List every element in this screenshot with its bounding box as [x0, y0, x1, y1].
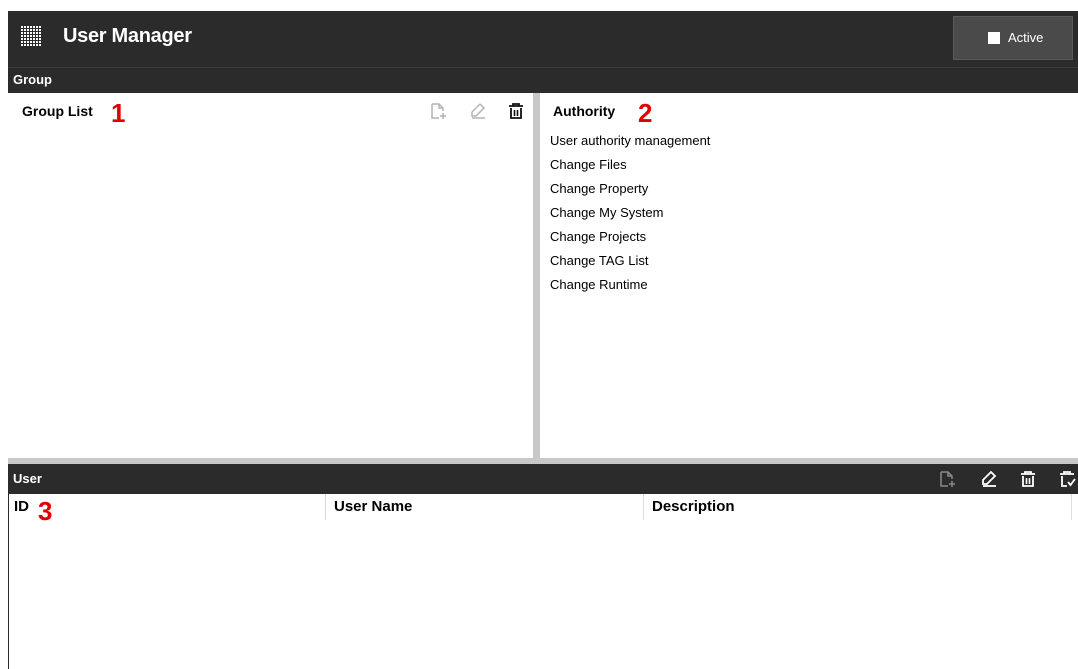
- authority-item[interactable]: Change Projects: [550, 225, 710, 249]
- authority-item[interactable]: Change Files: [550, 153, 710, 177]
- group-list-panel: Group List 1: [8, 93, 533, 458]
- user-table: ID 3 User Name Description: [8, 494, 1078, 669]
- edit-icon[interactable]: [980, 470, 998, 488]
- delete-icon[interactable]: [1019, 470, 1037, 488]
- add-document-icon[interactable]: [429, 102, 447, 120]
- delete-checked-icon[interactable]: [1058, 470, 1076, 488]
- column-divider[interactable]: [325, 494, 326, 520]
- column-header-id[interactable]: ID: [14, 494, 29, 520]
- marker-2: 2: [638, 98, 653, 128]
- authority-item[interactable]: User authority management: [550, 129, 710, 153]
- authority-item[interactable]: Change My System: [550, 201, 710, 225]
- column-header-description[interactable]: Description: [652, 494, 735, 520]
- marker-3: 3: [38, 496, 53, 526]
- authority-title: Authority: [553, 103, 616, 119]
- app-title: User Manager: [63, 25, 192, 47]
- active-label: Active: [1008, 30, 1044, 45]
- grid-menu-icon[interactable]: [21, 26, 43, 48]
- vertical-splitter[interactable]: [533, 93, 540, 458]
- delete-icon[interactable]: [507, 102, 525, 120]
- checkbox-icon[interactable]: [988, 32, 1000, 44]
- authority-item[interactable]: Change Runtime: [550, 273, 710, 297]
- authority-item[interactable]: Change Property: [550, 177, 710, 201]
- marker-1: 1: [111, 98, 126, 128]
- user-section-label: User: [13, 471, 42, 486]
- active-toggle[interactable]: Active: [953, 16, 1073, 60]
- authority-item[interactable]: Change TAG List: [550, 249, 710, 273]
- add-document-icon[interactable]: [938, 470, 956, 488]
- authority-panel: Authority 2 User authority management Ch…: [540, 93, 1078, 458]
- user-section-header: User: [8, 464, 1078, 494]
- group-section-header: Group: [8, 67, 1078, 93]
- column-header-user-name[interactable]: User Name: [334, 494, 412, 520]
- authority-list: User authority management Change Files C…: [550, 129, 710, 297]
- group-section-label: Group: [13, 72, 52, 87]
- column-divider[interactable]: [1071, 494, 1072, 520]
- edit-icon[interactable]: [469, 102, 487, 120]
- group-list-title: Group List: [22, 103, 93, 119]
- column-divider[interactable]: [643, 494, 644, 520]
- title-bar: User Manager Active: [8, 11, 1078, 67]
- user-manager-window: User Manager Active Group Group List 1 A…: [8, 11, 1078, 669]
